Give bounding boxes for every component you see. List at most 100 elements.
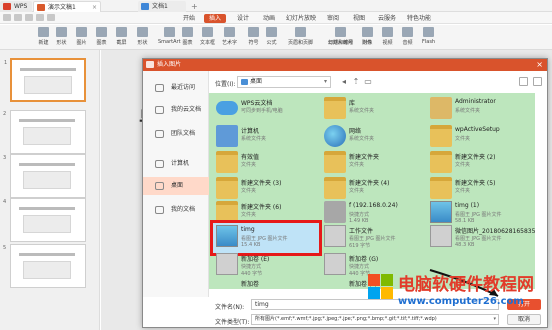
file-type: 文件夹 [349,162,365,168]
ribbon-tab-cloud[interactable]: 云服务 [374,14,400,23]
audio-icon [402,27,413,37]
tab-wps[interactable]: WPS [0,1,32,12]
new-folder-button[interactable]: ▭ [363,77,373,87]
watermark-logo: 电脑软硬件教程网 www.computer26.com [368,268,552,330]
close-icon[interactable]: × [536,59,543,71]
print-icon[interactable] [25,14,33,21]
location-dropdown[interactable]: 桌面 ▾ [237,76,331,88]
textbox-icon [202,27,213,37]
file-item[interactable]: 工作文件 看图王 JPG 图片文件 619 字节 [321,223,427,253]
shapes-button[interactable]: 形状 [137,27,148,46]
tool-label: SmartArt [158,39,181,45]
chart-button[interactable]: 图表 [96,27,107,46]
slide-thumbnail[interactable]: 4 [3,198,86,242]
file-item[interactable]: 新加卷 [213,277,319,289]
menu-icon[interactable] [3,14,11,21]
file-name: 网络 [349,128,362,135]
formula-button[interactable]: 公式 [266,27,277,46]
date-time-button[interactable]: 日期和时间 [328,39,353,46]
tool-label: 图片 [76,40,87,46]
quick-access-toolbar [3,14,55,22]
slide-thumbnail[interactable]: 3 [3,154,86,198]
symbol-button[interactable]: 符号 [248,27,259,46]
new-tab-button[interactable]: + [188,1,200,12]
sidebar-item-recent[interactable]: 最近访问 [143,79,209,97]
folder-icon [324,97,346,119]
ribbon-tab-animation[interactable]: 动画 [258,14,280,23]
file-type: 文件夹 [455,188,471,194]
ribbon-tab-insert[interactable]: 插入 [204,14,226,23]
sidebar-item-cloud-docs[interactable]: 我的云文档 [143,101,209,119]
flash-button[interactable]: Flash [422,27,435,45]
slide-number: 4 [3,199,7,205]
ribbon-tab-view[interactable]: 视图 [348,14,370,23]
tab-presentation[interactable]: 演示文稿1 × [33,1,101,12]
new-slide-button[interactable]: 新建 [38,27,49,46]
slide-content-block [23,215,71,233]
file-icon [324,225,346,247]
file-name: wpActiveSetup [455,126,500,133]
save-icon[interactable] [14,14,22,21]
file-item[interactable]: WPS云文档 可同步到手机/电脑 [213,95,319,125]
file-item[interactable]: Administrator 系统文件夹 [427,95,533,125]
slide-thumbnail[interactable]: 2 [3,110,86,154]
picture-button[interactable]: 图片 [76,27,87,46]
header-footer-button[interactable]: 页眉和页脚 [288,27,313,46]
sidebar-item-team-docs[interactable]: 团队文档 [143,125,209,143]
slide-thumbnail[interactable]: 1 [4,58,86,102]
dialog-title-bar: 插入图片 × [143,59,547,71]
slide-thumbnail[interactable]: 5 [3,244,86,288]
audio-button[interactable]: 音频 [402,27,413,46]
tool-label: 形状 [56,40,67,46]
undo-icon[interactable] [36,14,44,21]
ribbon-tab-slideshow[interactable]: 幻灯片放映 [284,14,318,23]
tool-label: 日期和时间 [328,40,354,46]
sidebar-item-my-docs[interactable]: 我的文档 [143,201,209,219]
smartart-button[interactable]: SmartArt [158,27,181,45]
file-item-selected[interactable]: timg 看图王 JPG 图片文件 15.4 KB [210,220,322,256]
tool-label: 公式 [266,40,277,46]
file-type: 快捷方式 [349,212,370,218]
view-mode-button[interactable] [519,77,528,86]
screenshot-icon [116,27,127,37]
slide-number: 5 [3,245,7,251]
file-name: 新加卷 [241,281,260,288]
file-item[interactable]: 库系统文件夹 [321,95,427,125]
ribbon-tab-design[interactable]: 设计 [232,14,254,23]
tool-label: 页眉和页脚 [288,40,314,46]
file-name: timg (1) [455,202,480,209]
screenshot-button[interactable]: 截屏 [116,27,127,46]
cloud-icon [155,106,164,114]
chart2-button[interactable]: 图表 [182,27,193,46]
network-icon [324,125,346,147]
tool-label: 文本框 [200,40,216,46]
shape-button[interactable]: 形状 [56,27,67,46]
attachment-button[interactable]: 附件 [362,39,372,46]
back-button[interactable]: ◂ [339,77,349,87]
ribbon-tab-features[interactable]: 特色功能 [404,14,434,23]
ribbon-tab-review[interactable]: 审阅 [322,14,344,23]
ribbon-tab-home[interactable]: 开始 [178,14,200,23]
up-folder-button[interactable]: ⇡ [351,77,361,87]
file-size: 440 字节 [349,271,371,277]
file-name: 新建文件夹 (6) [241,204,282,211]
slide-number: 2 [3,111,7,117]
redo-icon[interactable] [47,14,55,21]
tool-label: 图表 [96,40,107,46]
sidebar-item-desktop[interactable]: 桌面 [143,177,209,195]
tool-label: 音频 [402,40,413,46]
location-value: 桌面 [250,78,263,85]
file-type: 文件夹 [241,162,257,168]
file-item[interactable]: 微信图片_20180628165835 看图王 JPG 图片文件 48.3 KB [427,223,535,253]
filetype-label: 文件类型(T): [215,319,250,326]
view-options-button[interactable] [533,77,542,86]
file-type: 文件夹 [241,212,257,218]
file-type: 文件夹 [241,188,257,194]
tab-label: 演示文稿1 [48,4,76,11]
computer-icon [155,160,164,168]
wordart-button[interactable]: 艺术字 [222,27,237,46]
tab-document[interactable]: 文档1 [138,1,186,12]
sidebar-item-computer[interactable]: 计算机 [143,155,209,173]
video-button[interactable]: 视频 [382,27,393,46]
textbox-button[interactable]: 文本框 [200,27,215,46]
